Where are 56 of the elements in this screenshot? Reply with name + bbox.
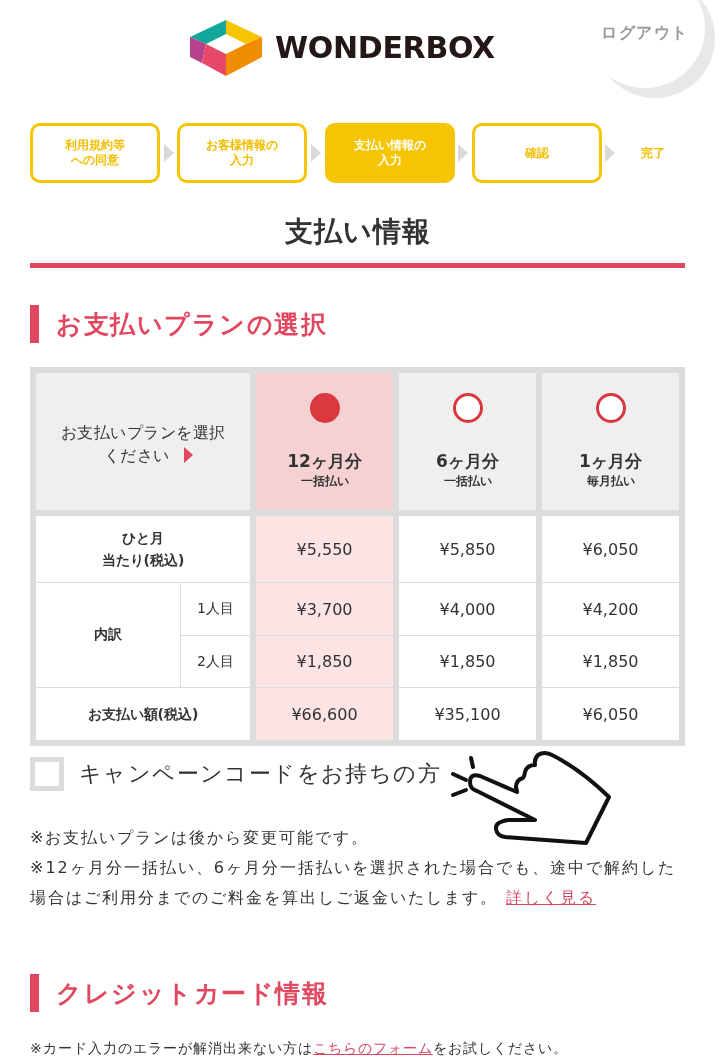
- step-text: 支払い情報の: [353, 138, 426, 153]
- step-text: お客様情報の: [206, 138, 279, 153]
- logout-button[interactable]: ログアウト: [585, 0, 705, 88]
- plan-billing: 一括払い: [300, 473, 349, 489]
- plan-name: 1ヶ月分: [579, 450, 642, 473]
- step-text: 完了: [641, 145, 665, 161]
- note-text: ※カード入力のエラーが解消出来ない方は こちらのフォーム をお試しください。: [30, 1039, 569, 1058]
- note-text: ※お支払いプランは後から変更可能です。: [30, 827, 371, 849]
- instruction-text: お支払いプランを選択: [60, 421, 226, 444]
- step-text: 確認: [524, 145, 549, 161]
- price-cell: ¥1,850: [256, 636, 393, 687]
- section-heading: お支払いプランの選択: [30, 305, 685, 343]
- radio-button[interactable]: [309, 393, 340, 423]
- caret-right-icon: [163, 144, 174, 162]
- page-title: 支払い情報: [283, 214, 432, 250]
- price-cell: ¥5,550: [256, 516, 393, 582]
- note-text: ※12ヶ月分一括払い、6ヶ月分一括払いを選択された場合でも、途中で解約した場合はご利用分までのご料金を算出しご返金いたします。 詳しく見る: [30, 857, 677, 909]
- caret-right-icon: [183, 447, 193, 463]
- step-text: への同意: [71, 153, 119, 168]
- caret-right-icon: [310, 144, 321, 162]
- row-header-cell: 内訳: [36, 583, 180, 687]
- price-cell: ¥1,850: [399, 636, 536, 687]
- price-cell: ¥5,850: [399, 516, 536, 582]
- price-cell: ¥6,050: [542, 516, 679, 582]
- checkbox-label[interactable]: キャンペーンコードをお持ちの方: [79, 759, 441, 789]
- row-label: お支払い額(税込): [87, 705, 199, 724]
- logo-icon: [190, 20, 262, 76]
- details-link[interactable]: 詳しく見る: [506, 888, 596, 907]
- price-cell: ¥35,100: [399, 688, 536, 740]
- radio-button[interactable]: [595, 393, 626, 423]
- instruction-text: ください: [103, 444, 170, 467]
- plan-name: 6ヶ月分: [436, 450, 499, 473]
- form-link[interactable]: こちらのフォーム: [312, 1040, 433, 1056]
- step-text: 入力: [230, 153, 255, 168]
- price-cell: ¥4,000: [399, 583, 536, 635]
- sub-row-header-cell: 2人目: [181, 636, 250, 687]
- row-label: 当たり(税込): [101, 551, 185, 570]
- section-heading: クレジットカード情報: [30, 974, 685, 1012]
- price-cell: ¥1,850: [542, 636, 679, 687]
- plan-name: 12ヶ月分: [287, 450, 362, 473]
- step-text: 利用規約等: [65, 138, 125, 153]
- row-label: ひと月: [122, 529, 164, 548]
- step-text: 入力: [377, 153, 402, 168]
- caret-right-icon: [605, 144, 616, 162]
- caret-right-icon: [458, 144, 469, 162]
- logo-text: WONDERBOX: [275, 33, 495, 63]
- checkbox[interactable]: [30, 757, 64, 791]
- radio-button[interactable]: [452, 393, 483, 423]
- sub-row-header-cell: 1人目: [181, 583, 250, 635]
- plan-billing: 一括払い: [443, 473, 492, 489]
- pointing-hand-icon: [450, 749, 612, 847]
- price-cell: ¥4,200: [542, 583, 679, 635]
- price-cell: ¥6,050: [542, 688, 679, 740]
- price-cell: ¥66,600: [256, 688, 393, 740]
- plan-billing: 毎月払い: [586, 473, 635, 489]
- price-cell: ¥3,700: [256, 583, 393, 635]
